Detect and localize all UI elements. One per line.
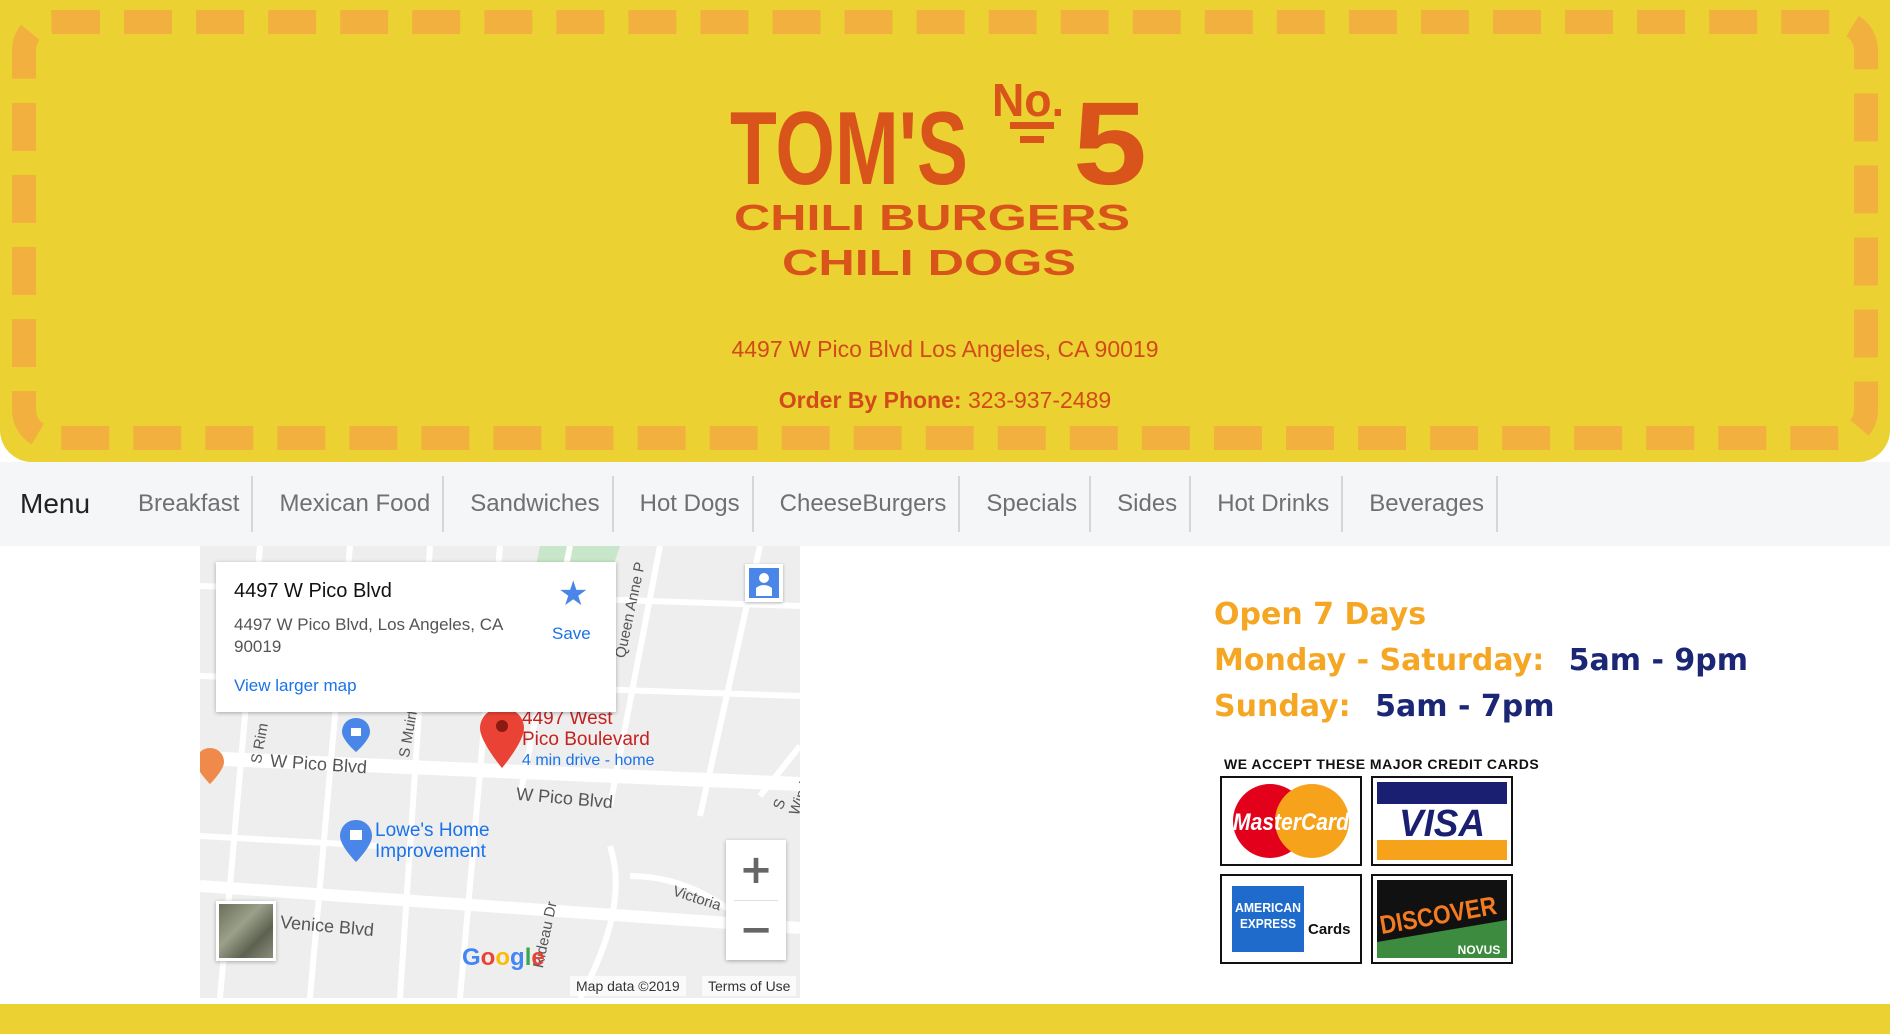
svg-text:NOVUS: NOVUS: [1458, 943, 1501, 957]
nav-item-hot-dogs[interactable]: Hot Dogs: [628, 476, 754, 532]
hours-open-days: Open 7 Days: [1214, 592, 1748, 638]
nav-item-mexican-food[interactable]: Mexican Food: [267, 476, 445, 532]
poi-lowes-line2: Improvement: [375, 841, 486, 862]
phone-line: Order By Phone: 323-937-2489: [0, 387, 1890, 414]
footer-bar: [0, 1004, 1890, 1034]
american-express-logo: AMERICAN EXPRESS Cards: [1220, 874, 1362, 964]
poi-lowes-line1: Lowe's Home: [375, 820, 490, 841]
logo-number: 5: [1073, 78, 1147, 210]
poi-lowes[interactable]: Lowe's Home Improvement: [375, 820, 490, 862]
sunday-hours: 5am - 7pm: [1375, 689, 1555, 724]
person-icon: [749, 568, 779, 598]
phone-number[interactable]: 323-937-2489: [968, 387, 1111, 413]
nav-item-cheeseburgers[interactable]: CheeseBurgers: [768, 476, 961, 532]
site-header: TOM'S No. 5 CHILI BURGERS CHILI DOGS 449…: [0, 0, 1890, 462]
toms-no5-logo[interactable]: TOM'S No. 5 CHILI BURGERS CHILI DOGS: [730, 72, 1150, 292]
logo-no: No.: [992, 74, 1064, 126]
logo-chili-burgers: CHILI BURGERS: [734, 197, 1130, 238]
view-larger-map-link[interactable]: View larger map: [234, 676, 357, 696]
google-map-embed[interactable]: W Pico Blvd W Pico Blvd Venice Blvd Vict…: [200, 546, 800, 998]
pegman-button[interactable]: [745, 564, 783, 602]
credit-cards-title: WE ACCEPT THESE MAJOR CREDIT CARDS: [1224, 756, 1540, 772]
phone-label: Order By Phone:: [778, 387, 962, 413]
zoom-out-button[interactable]: −: [726, 900, 786, 960]
nav-item-sides[interactable]: Sides: [1105, 476, 1192, 532]
hours-weekday: Monday - Saturday: 5am - 9pm: [1214, 638, 1748, 684]
hours-sunday: Sunday: 5am - 7pm: [1214, 684, 1748, 730]
nav-brand-menu[interactable]: Menu: [0, 488, 126, 520]
pin-label: 4497 West Pico Boulevard: [522, 708, 650, 750]
terms-of-use-link[interactable]: Terms of Use: [702, 976, 797, 996]
map-info-card: 4497 W Pico Blvd 4497 W Pico Blvd, Los A…: [216, 562, 616, 712]
visa-logo: VISA: [1371, 776, 1513, 866]
pin-drive-time[interactable]: 4 min drive - home: [522, 752, 655, 770]
weekday-hours: 5am - 9pm: [1568, 643, 1748, 678]
satellite-toggle[interactable]: [216, 901, 276, 961]
svg-text:VISA: VISA: [1399, 803, 1485, 845]
star-icon[interactable]: ★: [558, 574, 588, 614]
logo-no-underline: [1010, 122, 1054, 129]
open-7-days: Open 7 Days: [1214, 597, 1427, 632]
svg-text:AMERICAN: AMERICAN: [1235, 900, 1301, 915]
discover-logo: DISCOVER NOVUS: [1371, 874, 1513, 964]
opening-hours: Open 7 Days Monday - Saturday: 5am - 9pm…: [1214, 592, 1748, 730]
weekday-label: Monday - Saturday:: [1214, 643, 1545, 678]
save-button[interactable]: Save: [552, 624, 591, 644]
zoom-controls: + −: [726, 840, 786, 960]
sunday-label: Sunday:: [1214, 689, 1351, 724]
zoom-in-button[interactable]: +: [726, 840, 786, 900]
map-data-attribution: Map data ©2019: [570, 976, 686, 996]
mastercard-logo: MasterCard: [1220, 776, 1362, 866]
nav-item-breakfast[interactable]: Breakfast: [126, 476, 254, 532]
svg-text:EXPRESS: EXPRESS: [1240, 916, 1296, 931]
google-logo: Google: [462, 944, 545, 971]
logo-name: TOM'S: [730, 91, 968, 207]
nav-item-specials[interactable]: Specials: [974, 476, 1092, 532]
address-text: 4497 W Pico Blvd Los Angeles, CA 90019: [731, 336, 1159, 362]
pin-label-line2: Pico Boulevard: [522, 729, 650, 750]
nav-item-hot-drinks[interactable]: Hot Drinks: [1205, 476, 1344, 532]
logo-no-underline2: [1020, 136, 1044, 143]
nav-item-beverages[interactable]: Beverages: [1357, 476, 1498, 532]
menu-nav: Menu Breakfast Mexican Food Sandwiches H…: [0, 462, 1890, 546]
nav-item-sandwiches[interactable]: Sandwiches: [458, 476, 614, 532]
svg-text:Cards: Cards: [1308, 921, 1351, 938]
info-card-title: 4497 W Pico Blvd: [234, 580, 392, 602]
info-card-address: 4497 W Pico Blvd, Los Angeles, CA 90019: [234, 615, 503, 656]
logo-chili-dogs: CHILI DOGS: [782, 242, 1076, 283]
svg-text:MasterCard: MasterCard: [1233, 809, 1350, 836]
